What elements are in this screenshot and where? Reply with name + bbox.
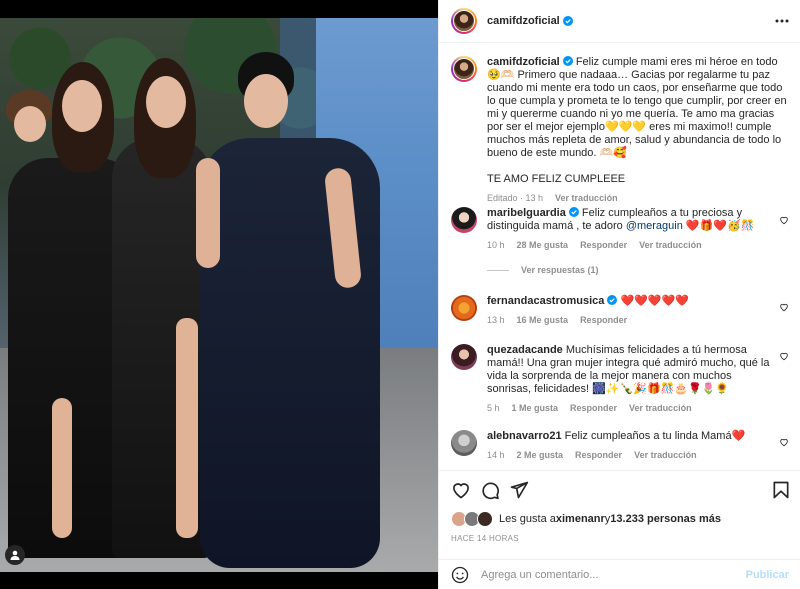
translate-link[interactable]: Ver traducción (639, 239, 702, 252)
caption-text: Feliz cumple mami eres mi héroe en todo🥹… (487, 56, 787, 159)
comment-row: quezadacande Muchísimas felicidades a tú… (451, 344, 791, 415)
photo-arm-1 (196, 158, 220, 268)
commenter-username[interactable]: maribelguardia (487, 207, 566, 219)
translate-link[interactable]: Ver traducción (629, 402, 692, 415)
verified-icon (607, 295, 618, 305)
author-username[interactable]: camifdzoficial (487, 15, 560, 27)
comment-text: Feliz cumpleaños a tu linda Mamá❤️ (564, 430, 746, 442)
commenter-username[interactable]: alebnavarro21 (487, 430, 562, 442)
comment-likes-count[interactable]: 28 Me gusta (517, 239, 569, 252)
commenter-username[interactable]: quezadacande (487, 344, 563, 356)
comment-time: 10 h (487, 240, 505, 250)
commenter-avatar[interactable] (451, 430, 477, 456)
photo-top-band (0, 0, 438, 18)
reply-button[interactable]: Responder (575, 449, 622, 462)
post-photo[interactable] (0, 0, 438, 589)
comment-like-heart-icon[interactable] (779, 302, 789, 312)
comment-like-heart-icon[interactable] (779, 215, 789, 225)
view-replies-button[interactable]: Ver respuestas (1) (487, 265, 599, 275)
instagram-post-modal: camifdzoficial camifdzoficial Feliz cump… (0, 0, 800, 589)
heart-icon[interactable] (451, 480, 471, 500)
post-timestamp[interactable]: HACE 14 HORAS (451, 534, 519, 543)
comment-text: ❤️❤️❤️❤️❤️ (620, 295, 689, 307)
commenter-avatar[interactable] (451, 344, 477, 370)
comment-like-heart-icon[interactable] (779, 351, 789, 361)
photo-leg-1 (176, 318, 198, 538)
comment-icon[interactable] (480, 480, 500, 500)
reply-button[interactable]: Responder (580, 239, 627, 252)
comment-row: alebnavarro21 Feliz cumpleaños a tu lind… (451, 430, 791, 462)
reply-button[interactable]: Responder (570, 402, 617, 415)
caption-translate-link[interactable]: Ver traducción (555, 192, 618, 205)
caption-time: Editado · 13 h (487, 193, 544, 203)
bookmark-icon[interactable] (771, 480, 791, 500)
share-icon[interactable] (509, 480, 529, 500)
comment-likes-count[interactable]: 1 Me gusta (512, 402, 559, 415)
more-icon[interactable] (774, 13, 790, 29)
verified-icon (562, 56, 573, 66)
post-side-panel: camifdzoficial camifdzoficial Feliz cump… (438, 0, 800, 589)
post-header: camifdzoficial (439, 0, 800, 43)
translate-link[interactable]: Ver traducción (634, 449, 697, 462)
author-avatar[interactable] (451, 8, 477, 34)
caption-author-username[interactable]: camifdzoficial (487, 56, 560, 68)
likers-avatars[interactable] (451, 511, 495, 527)
comment-time: 14 h (487, 450, 505, 460)
photo-face-1 (62, 80, 102, 132)
post-comment-button[interactable]: Publicar (746, 569, 789, 581)
comment-like-heart-icon[interactable] (779, 437, 789, 447)
likes-count-link[interactable]: 13.233 personas más (610, 513, 721, 525)
likes-summary: Les gusta a ximenanr y 13.233 personas m… (451, 511, 721, 527)
caption-author-avatar[interactable] (451, 56, 477, 82)
likes-user-link[interactable]: ximenanr (556, 513, 605, 525)
commenter-username[interactable]: fernandacastromusica (487, 295, 604, 307)
comment-row: fernandacastromusica ❤️❤️❤️❤️❤️ 13 h 16 … (451, 295, 791, 327)
emoji-icon[interactable] (451, 566, 469, 584)
photo-face-2 (146, 76, 186, 128)
comment-time: 5 h (487, 403, 500, 413)
action-bar (451, 480, 791, 502)
verified-icon (562, 16, 573, 26)
comment-emoji: ❤️🎁❤️🥳🎊 (682, 220, 755, 232)
photo-scene (0, 18, 438, 572)
replies-line (487, 269, 509, 271)
likes-prefix: Les gusta a (499, 513, 556, 525)
comment-likes-count[interactable]: 16 Me gusta (517, 314, 569, 327)
comment-row: maribelguardia Feliz cumpleaños a tu pre… (451, 207, 791, 252)
comment-mention-link[interactable]: @meraguin (626, 220, 683, 232)
comment-input[interactable]: Agrega un comentario... (481, 569, 746, 581)
comment-likes-count[interactable]: 2 Me gusta (517, 449, 564, 462)
user-tag-icon[interactable] (5, 545, 25, 565)
photo-leg-2 (52, 398, 72, 538)
caption-row: camifdzoficial Feliz cumple mami eres mi… (451, 56, 791, 205)
comments-list[interactable]: camifdzoficial Feliz cumple mami eres mi… (439, 44, 800, 469)
commenter-avatar[interactable] (451, 207, 477, 233)
photo-face-3 (244, 74, 288, 128)
verified-icon (568, 207, 579, 217)
post-actions: Les gusta a ximenanr y 13.233 personas m… (439, 470, 800, 589)
caption-last-line: TE AMO FELIZ CUMPLEEE (487, 173, 626, 185)
reply-button[interactable]: Responder (580, 314, 627, 327)
photo-face-child (14, 106, 46, 142)
commenter-avatar[interactable] (451, 295, 477, 321)
comment-composer: Agrega un comentario... Publicar (439, 559, 800, 589)
comment-time: 13 h (487, 315, 505, 325)
view-replies-label[interactable]: Ver respuestas (1) (521, 265, 599, 275)
